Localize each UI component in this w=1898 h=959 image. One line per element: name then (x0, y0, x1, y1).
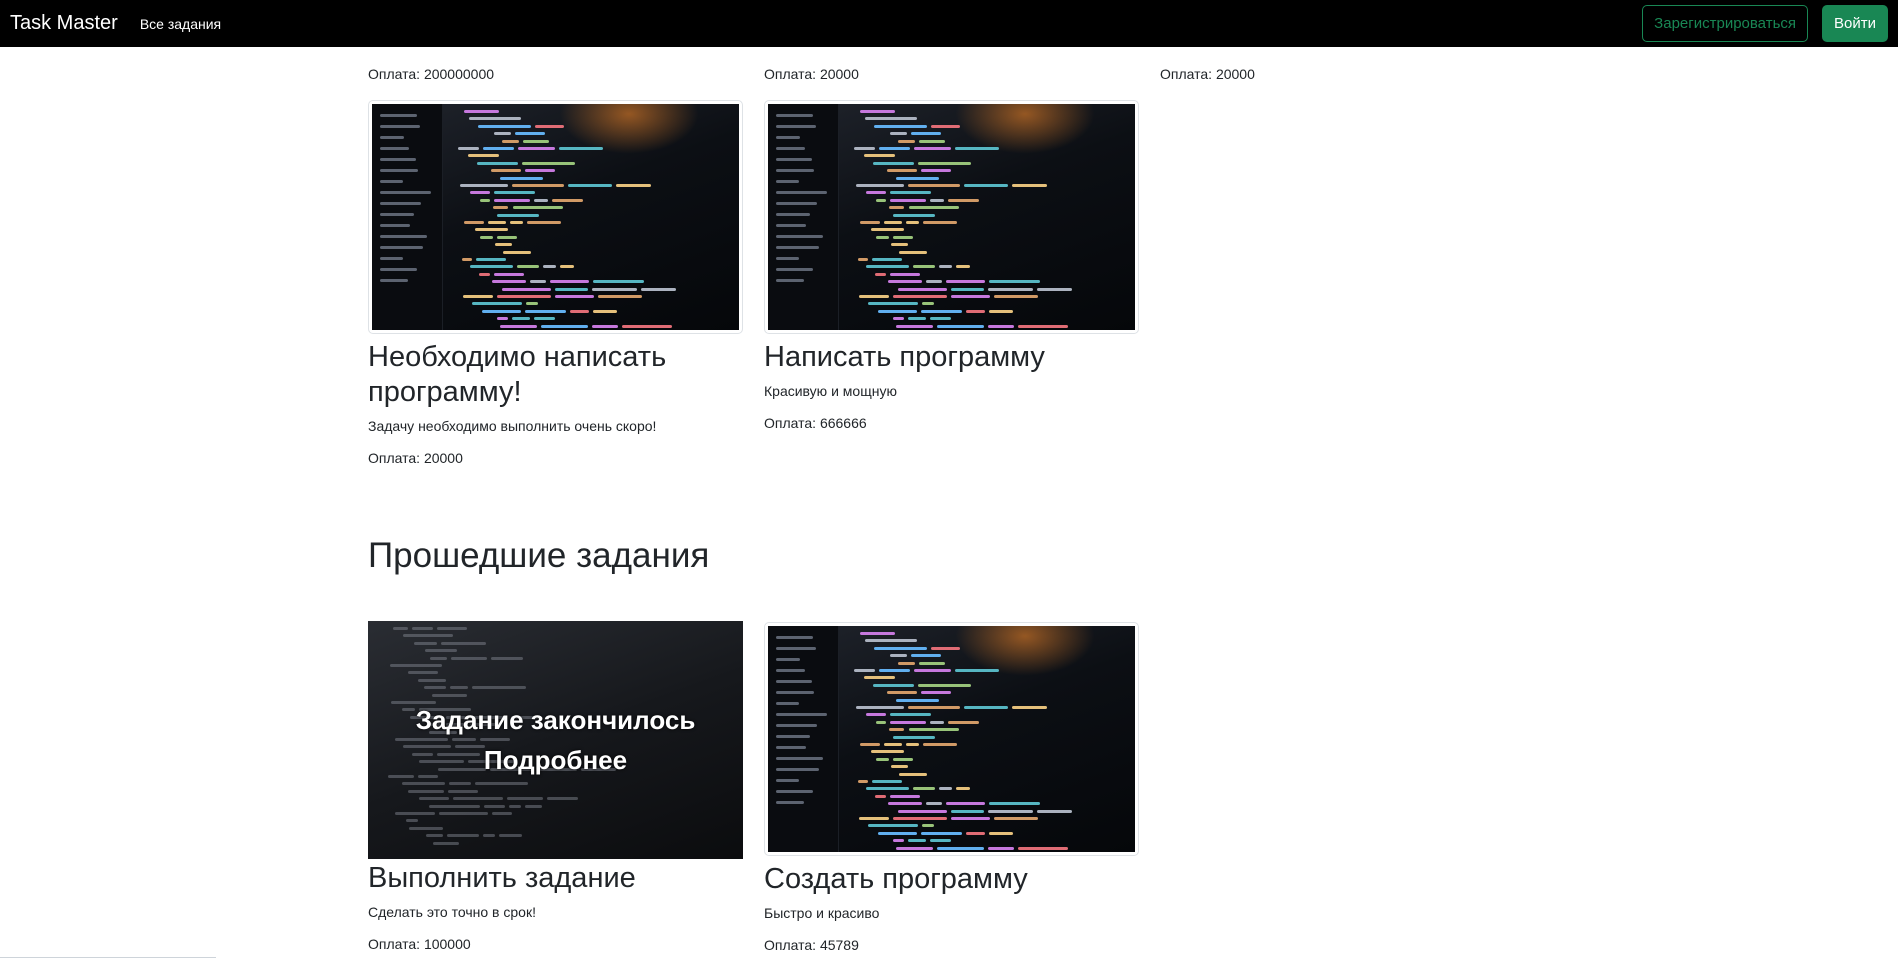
divider (0, 957, 216, 958)
task-thumbnail[interactable] (764, 100, 1139, 334)
payment-label: Оплата: 20000 (764, 66, 859, 82)
task-payment: Оплата: 100000 (368, 936, 471, 952)
nav-all-tasks[interactable]: Все задания (140, 16, 221, 32)
task-title[interactable]: Необходимо написать программу! (368, 340, 743, 410)
payment-label: Оплата: 20000 (1160, 66, 1255, 82)
task-title[interactable]: Написать программу (764, 340, 1139, 375)
ended-task-image[interactable]: Задание закончилось Подробнее (368, 621, 743, 859)
top-navbar: Task Master Все задания Зарегистрировать… (0, 0, 1898, 47)
task-card[interactable]: Написать программу Красивую и мощную Опл… (764, 100, 1139, 431)
task-payment: Оплата: 45789 (764, 937, 859, 953)
past-task-card[interactable]: Задание закончилось Подробнее Выполнить … (368, 621, 743, 952)
auth-buttons: Зарегистрироваться Войти (1642, 5, 1888, 42)
code-screenshot-image (768, 104, 1135, 330)
brand-link[interactable]: Task Master (10, 12, 118, 35)
task-description: Красивую и мощную (764, 383, 897, 399)
task-thumbnail[interactable] (764, 622, 1139, 856)
login-button[interactable]: Войти (1822, 5, 1888, 42)
task-description: Задачу необходимо выполнить очень скоро! (368, 418, 657, 434)
task-payment: Оплата: 666666 (764, 415, 867, 431)
task-description: Сделать это точно в срок! (368, 904, 536, 920)
task-title[interactable]: Создать программу (764, 862, 1139, 897)
task-card[interactable]: Необходимо написать программу! Задачу не… (368, 100, 743, 466)
past-task-card[interactable]: Создать программу Быстро и красиво Оплат… (764, 622, 1139, 953)
past-tasks-heading: Прошедшие задания (368, 536, 710, 575)
details-link[interactable]: Подробнее (368, 745, 743, 776)
register-button[interactable]: Зарегистрироваться (1642, 5, 1809, 42)
task-title[interactable]: Выполнить задание (368, 861, 743, 896)
code-screenshot-image (372, 104, 739, 330)
task-payment: Оплата: 20000 (368, 450, 463, 466)
code-screenshot-image (768, 626, 1135, 852)
task-ended-label: Задание закончилось (415, 705, 696, 735)
task-thumbnail[interactable] (368, 100, 743, 334)
payment-label: Оплата: 200000000 (368, 66, 495, 82)
task-description: Быстро и красиво (764, 905, 880, 921)
